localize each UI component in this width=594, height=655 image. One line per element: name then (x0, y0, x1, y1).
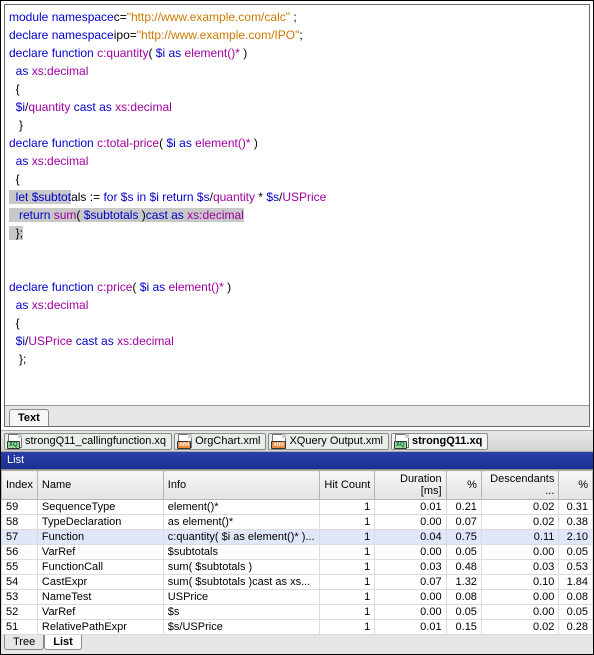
file-tab-label: strongQ11_callingfunction.xq (25, 435, 166, 447)
view-tab-tree[interactable]: Tree (4, 635, 44, 650)
table-row[interactable]: 55FunctionCallsum( $subtotals )10.030.48… (2, 560, 593, 575)
file-tab-label: OrgChart.xml (195, 435, 260, 447)
editor-tab-text[interactable]: Text (9, 409, 49, 426)
file-tab[interactable]: XQstrongQ11.xq (391, 433, 488, 450)
editor-tab-row: Text (5, 405, 589, 426)
file-icon: XQ (8, 434, 22, 448)
column-header[interactable]: Info (163, 471, 319, 500)
file-icon: xml (178, 434, 192, 448)
table-row[interactable]: 53NameTestUSPrice10.000.080.000.08 (2, 590, 593, 605)
column-header[interactable]: Descendants ... (481, 471, 558, 500)
table-row[interactable]: 56VarRef$subtotals10.000.050.000.05 (2, 545, 593, 560)
code-editor[interactable]: module namespacec="http://www.example.co… (4, 4, 590, 427)
file-tab-label: strongQ11.xq (412, 435, 482, 447)
table-row[interactable]: 57Functionc:quantity( $i as element()* )… (2, 530, 593, 545)
code-area[interactable]: module namespacec="http://www.example.co… (5, 5, 589, 405)
table-row[interactable]: 58TypeDeclarationas element()*10.000.070… (2, 515, 593, 530)
column-header[interactable]: Duration [ms] (375, 471, 446, 500)
column-header[interactable]: Hit Count (319, 471, 375, 500)
file-icon: XQ (395, 434, 409, 448)
table-row[interactable]: 59SequenceTypeelement()*10.010.210.020.3… (2, 500, 593, 515)
table-row[interactable]: 51RelativePathExpr$s/USPrice10.010.150.0… (2, 620, 593, 635)
panel-title: List (1, 452, 593, 469)
table-row[interactable]: 52VarRef$s10.000.050.000.05 (2, 605, 593, 620)
file-icon: xml (272, 434, 286, 448)
results-panel: IndexNameInfoHit CountDuration [ms]%Desc… (1, 469, 593, 654)
table-row[interactable]: 54CastExprsum( $subtotals )cast as xs...… (2, 575, 593, 590)
column-header[interactable]: % (559, 471, 593, 500)
column-header[interactable]: Name (37, 471, 163, 500)
file-tab[interactable]: xmlXQuery Output.xml (268, 433, 389, 450)
results-table[interactable]: IndexNameInfoHit CountDuration [ms]%Desc… (1, 470, 593, 635)
column-header[interactable]: Index (2, 471, 38, 500)
file-tab-bar: XQstrongQ11_callingfunction.xqxmlOrgChar… (1, 430, 593, 452)
file-tab-label: XQuery Output.xml (289, 435, 383, 447)
column-header[interactable]: % (446, 471, 481, 500)
view-tab-list[interactable]: List (44, 635, 82, 650)
table-header-row: IndexNameInfoHit CountDuration [ms]%Desc… (2, 471, 593, 500)
bottom-tab-row: TreeList (1, 635, 593, 654)
file-tab[interactable]: xmlOrgChart.xml (174, 433, 266, 450)
file-tab[interactable]: XQstrongQ11_callingfunction.xq (4, 433, 172, 450)
